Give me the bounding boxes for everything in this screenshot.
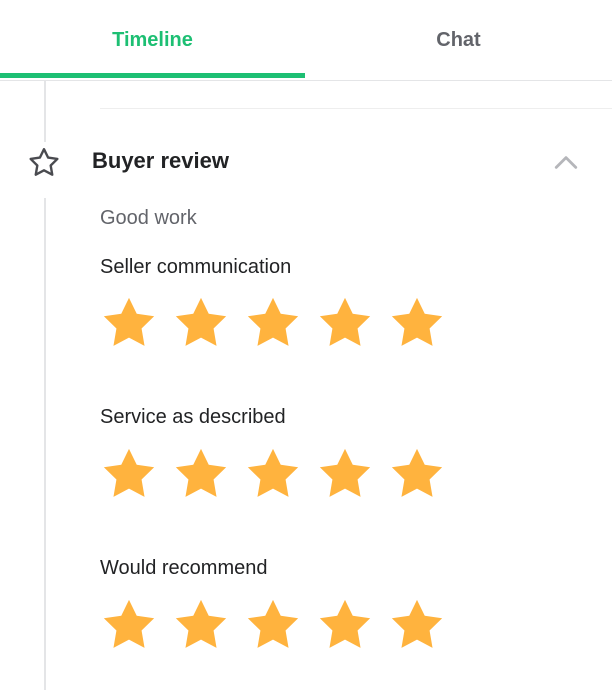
divider <box>100 108 612 109</box>
star-icon <box>175 599 227 648</box>
tab-bar: Timeline Chat <box>0 0 612 81</box>
star-icon <box>319 599 371 648</box>
star-icon <box>247 599 299 648</box>
rating-stars <box>100 445 446 505</box>
order-page: Timeline Chat Buyer review Good work Sel… <box>0 0 612 690</box>
star-icon <box>175 297 227 346</box>
tab-chat[interactable]: Chat <box>305 0 612 80</box>
star-icon <box>103 297 155 346</box>
rating-stars <box>100 596 446 656</box>
rating-label: Seller communication <box>100 256 292 278</box>
star-icon <box>391 297 443 346</box>
star-icon <box>391 599 443 648</box>
star-icon <box>103 448 155 497</box>
star-outline-icon <box>26 145 62 181</box>
rating-label: Would recommend <box>100 557 268 579</box>
timeline-rail <box>44 80 46 142</box>
star-icon <box>103 599 155 648</box>
timeline-rail <box>44 198 46 690</box>
chevron-up-icon <box>554 156 578 169</box>
star-icon <box>391 448 443 497</box>
star-icon <box>247 448 299 497</box>
section-title: Buyer review <box>92 148 229 173</box>
tab-timeline[interactable]: Timeline <box>0 0 305 80</box>
rating-label: Service as described <box>100 406 286 428</box>
star-icon <box>319 297 371 346</box>
active-tab-indicator <box>0 73 305 78</box>
star-icon <box>175 448 227 497</box>
star-icon <box>319 448 371 497</box>
rating-stars <box>100 294 446 354</box>
star-icon <box>247 297 299 346</box>
review-comment: Good work <box>100 207 197 229</box>
collapse-button[interactable] <box>548 148 584 176</box>
